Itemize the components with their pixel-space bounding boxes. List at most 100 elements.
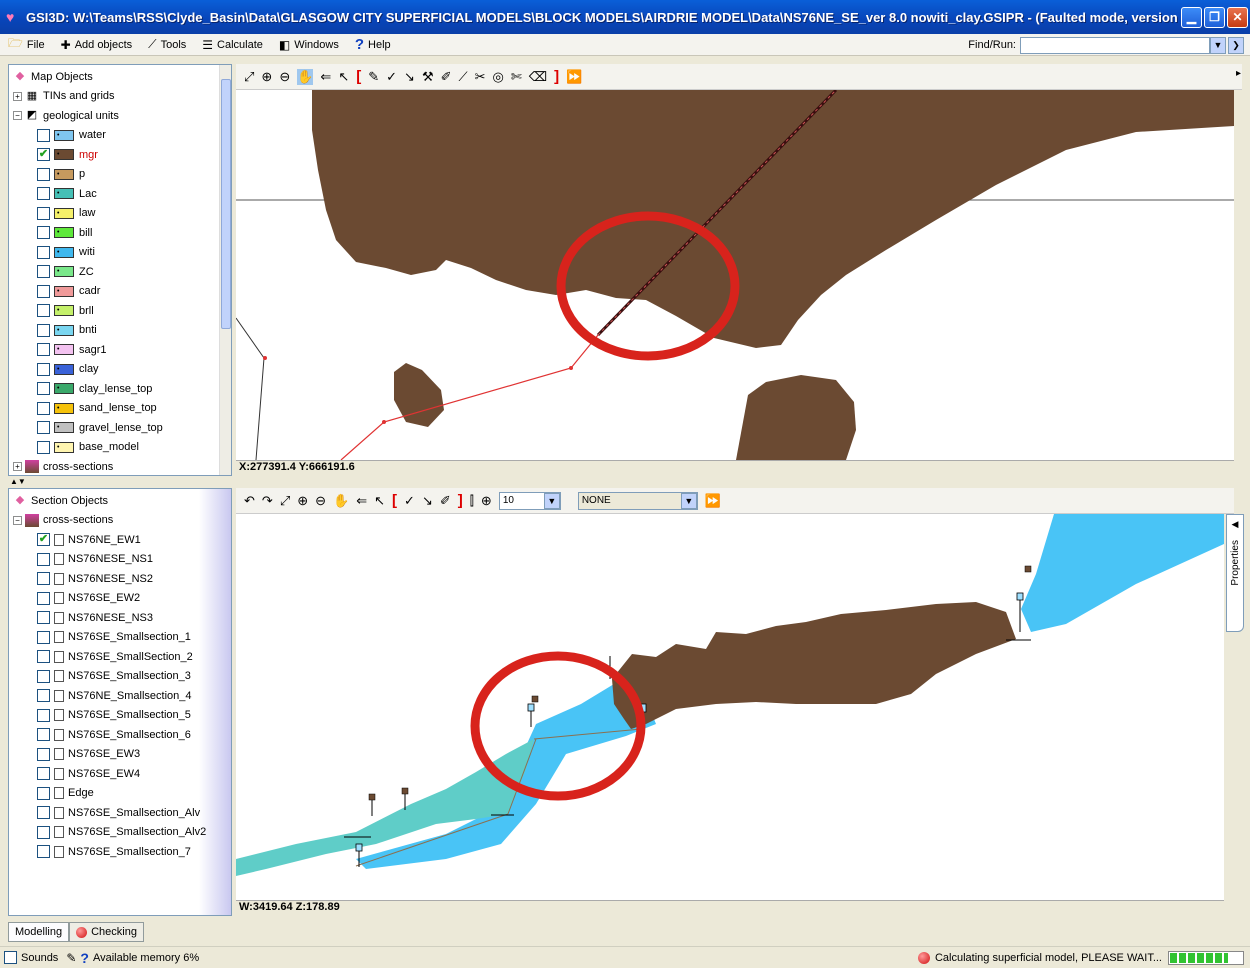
- unit-visibility-checkbox[interactable]: [37, 206, 50, 220]
- polygon-tool-icon[interactable]: ◎: [493, 69, 504, 85]
- section-item[interactable]: ✔ NS76NE_EW1: [13, 530, 231, 550]
- geological-unit-item[interactable]: • brll: [13, 301, 231, 321]
- unit-visibility-checkbox[interactable]: [37, 284, 50, 298]
- help-question-icon[interactable]: ?: [80, 950, 89, 966]
- undo-icon[interactable]: ↶: [244, 493, 255, 509]
- unit-visibility-checkbox[interactable]: [37, 323, 50, 337]
- tree-node-cross-sections-group[interactable]: − cross-sections: [13, 511, 231, 531]
- section-item[interactable]: NS76SE_EW4: [13, 764, 231, 784]
- geological-unit-item[interactable]: • base_model: [13, 438, 231, 458]
- map-tree-scrollbar[interactable]: [219, 65, 231, 475]
- geological-unit-item[interactable]: ✔ • mgr: [13, 145, 231, 165]
- cut-tool-icon[interactable]: ✄: [511, 69, 522, 85]
- unit-visibility-checkbox[interactable]: [37, 128, 50, 142]
- geological-unit-item[interactable]: • gravel_lense_top: [13, 418, 231, 438]
- section-item[interactable]: NS76SE_EW2: [13, 589, 231, 609]
- draw-line-icon[interactable]: ✓: [404, 493, 415, 509]
- edit-polygon-icon[interactable]: ✎: [368, 69, 379, 85]
- unit-visibility-checkbox[interactable]: [37, 245, 50, 259]
- geological-unit-item[interactable]: • witi: [13, 243, 231, 263]
- sounds-checkbox[interactable]: [4, 951, 17, 964]
- section-item[interactable]: NS76NESE_NS3: [13, 608, 231, 628]
- select-node-icon[interactable]: ↘: [422, 493, 433, 509]
- section-item[interactable]: NS76SE_Smallsection_Alv: [13, 803, 231, 823]
- redo-icon[interactable]: ↷: [262, 493, 273, 509]
- find-run-input[interactable]: [1020, 36, 1210, 54]
- section-visibility-checkbox[interactable]: [37, 689, 50, 703]
- add-borehole-icon[interactable]: ⫿: [470, 493, 474, 509]
- tab-modelling[interactable]: Modelling: [8, 922, 70, 942]
- section-item[interactable]: NS76NESE_NS2: [13, 569, 231, 589]
- splitter-arrows[interactable]: ▲▼: [10, 477, 26, 486]
- menu-file[interactable]: 🗁 File: [0, 35, 53, 55]
- geological-unit-item[interactable]: • Lac: [13, 184, 231, 204]
- section-item[interactable]: NS76SE_EW3: [13, 745, 231, 765]
- map-canvas[interactable]: [236, 90, 1234, 460]
- unit-visibility-checkbox[interactable]: [37, 401, 50, 415]
- section-item[interactable]: NS76SE_Smallsection_5: [13, 706, 231, 726]
- menu-help[interactable]: ? Help: [347, 35, 399, 55]
- section-item[interactable]: NS76SE_Smallsection_7: [13, 842, 231, 862]
- select-node-icon[interactable]: ↘: [404, 69, 415, 85]
- section-item[interactable]: Edge: [13, 784, 231, 804]
- unit-visibility-checkbox[interactable]: [37, 421, 50, 435]
- zoom-extent-icon[interactable]: ⤢: [280, 493, 290, 509]
- geological-unit-item[interactable]: • p: [13, 165, 231, 185]
- geological-unit-item[interactable]: • bill: [13, 223, 231, 243]
- section-visibility-checkbox[interactable]: [37, 572, 50, 586]
- section-visibility-checkbox[interactable]: [37, 806, 50, 820]
- unit-visibility-checkbox[interactable]: ✔: [37, 148, 50, 162]
- section-visibility-checkbox[interactable]: [37, 591, 50, 605]
- section-item[interactable]: NS76SE_Smallsection_6: [13, 725, 231, 745]
- unit-visibility-checkbox[interactable]: [37, 304, 50, 318]
- geological-unit-item[interactable]: • ZC: [13, 262, 231, 282]
- tree-node-tins[interactable]: + ▦ TINs and grids: [13, 87, 231, 107]
- geological-unit-item[interactable]: • sand_lense_top: [13, 399, 231, 419]
- find-run-dropdown-button[interactable]: ▼: [1210, 36, 1226, 54]
- run-arrow-button[interactable]: ❯: [1228, 36, 1244, 54]
- map-right-edge-arrow[interactable]: ▸: [1236, 68, 1241, 79]
- erase-icon[interactable]: ✂: [475, 69, 486, 85]
- unit-visibility-checkbox[interactable]: [37, 167, 50, 181]
- section-visibility-checkbox[interactable]: [37, 650, 50, 664]
- menu-windows[interactable]: ◧ Windows: [271, 35, 347, 55]
- properties-side-tab[interactable]: ◀ Properties: [1226, 514, 1244, 632]
- geological-unit-item[interactable]: • bnti: [13, 321, 231, 341]
- fast-forward-icon[interactable]: ⏩: [566, 69, 582, 85]
- unit-visibility-checkbox[interactable]: [37, 187, 50, 201]
- section-visibility-checkbox[interactable]: [37, 728, 50, 742]
- title-bar[interactable]: ♥ GSI3D: W:\Teams\RSS\Clyde_Basin\Data\G…: [0, 0, 1250, 34]
- geological-unit-item[interactable]: • sagr1: [13, 340, 231, 360]
- section-item[interactable]: NS76SE_Smallsection_Alv2: [13, 823, 231, 843]
- close-button[interactable]: ✕: [1227, 6, 1248, 28]
- info-pointer-icon[interactable]: ↖: [374, 493, 385, 509]
- expand-plus-icon[interactable]: +: [13, 462, 22, 472]
- section-visibility-checkbox[interactable]: [37, 669, 50, 683]
- unit-visibility-checkbox[interactable]: [37, 265, 50, 279]
- section-visibility-checkbox[interactable]: [37, 747, 50, 761]
- back-arrow-icon[interactable]: ⇐: [356, 493, 367, 509]
- section-visibility-checkbox[interactable]: [37, 552, 50, 566]
- fast-forward-icon[interactable]: ⏩: [705, 493, 721, 509]
- section-visibility-checkbox[interactable]: [37, 767, 50, 781]
- section-item[interactable]: NS76SE_SmallSection_2: [13, 647, 231, 667]
- merge-icon[interactable]: ✐: [440, 493, 451, 509]
- unit-visibility-checkbox[interactable]: [37, 343, 50, 357]
- add-node-icon[interactable]: ⊕: [481, 493, 492, 509]
- layer-select[interactable]: NONE ▼: [577, 491, 698, 510]
- section-item[interactable]: NS76NE_Smallsection_4: [13, 686, 231, 706]
- expand-plus-icon[interactable]: +: [13, 91, 22, 101]
- maximize-button[interactable]: ❐: [1204, 6, 1225, 28]
- geological-unit-item[interactable]: • law: [13, 204, 231, 224]
- zoom-in-icon[interactable]: ⊕: [297, 493, 308, 509]
- section-visibility-checkbox[interactable]: [37, 786, 50, 800]
- section-canvas[interactable]: [236, 514, 1224, 900]
- zoom-in-icon[interactable]: ⊕: [261, 69, 272, 85]
- tree-node-cross-sections[interactable]: + cross-sections: [13, 457, 231, 475]
- section-visibility-checkbox[interactable]: [37, 708, 50, 722]
- collapse-minus-icon[interactable]: −: [13, 515, 22, 525]
- zoom-select[interactable]: 10 ▼: [498, 491, 561, 510]
- menu-tools[interactable]: ⟋ Tools: [140, 35, 194, 55]
- unit-visibility-checkbox[interactable]: [37, 440, 50, 454]
- section-visibility-checkbox[interactable]: [37, 611, 50, 625]
